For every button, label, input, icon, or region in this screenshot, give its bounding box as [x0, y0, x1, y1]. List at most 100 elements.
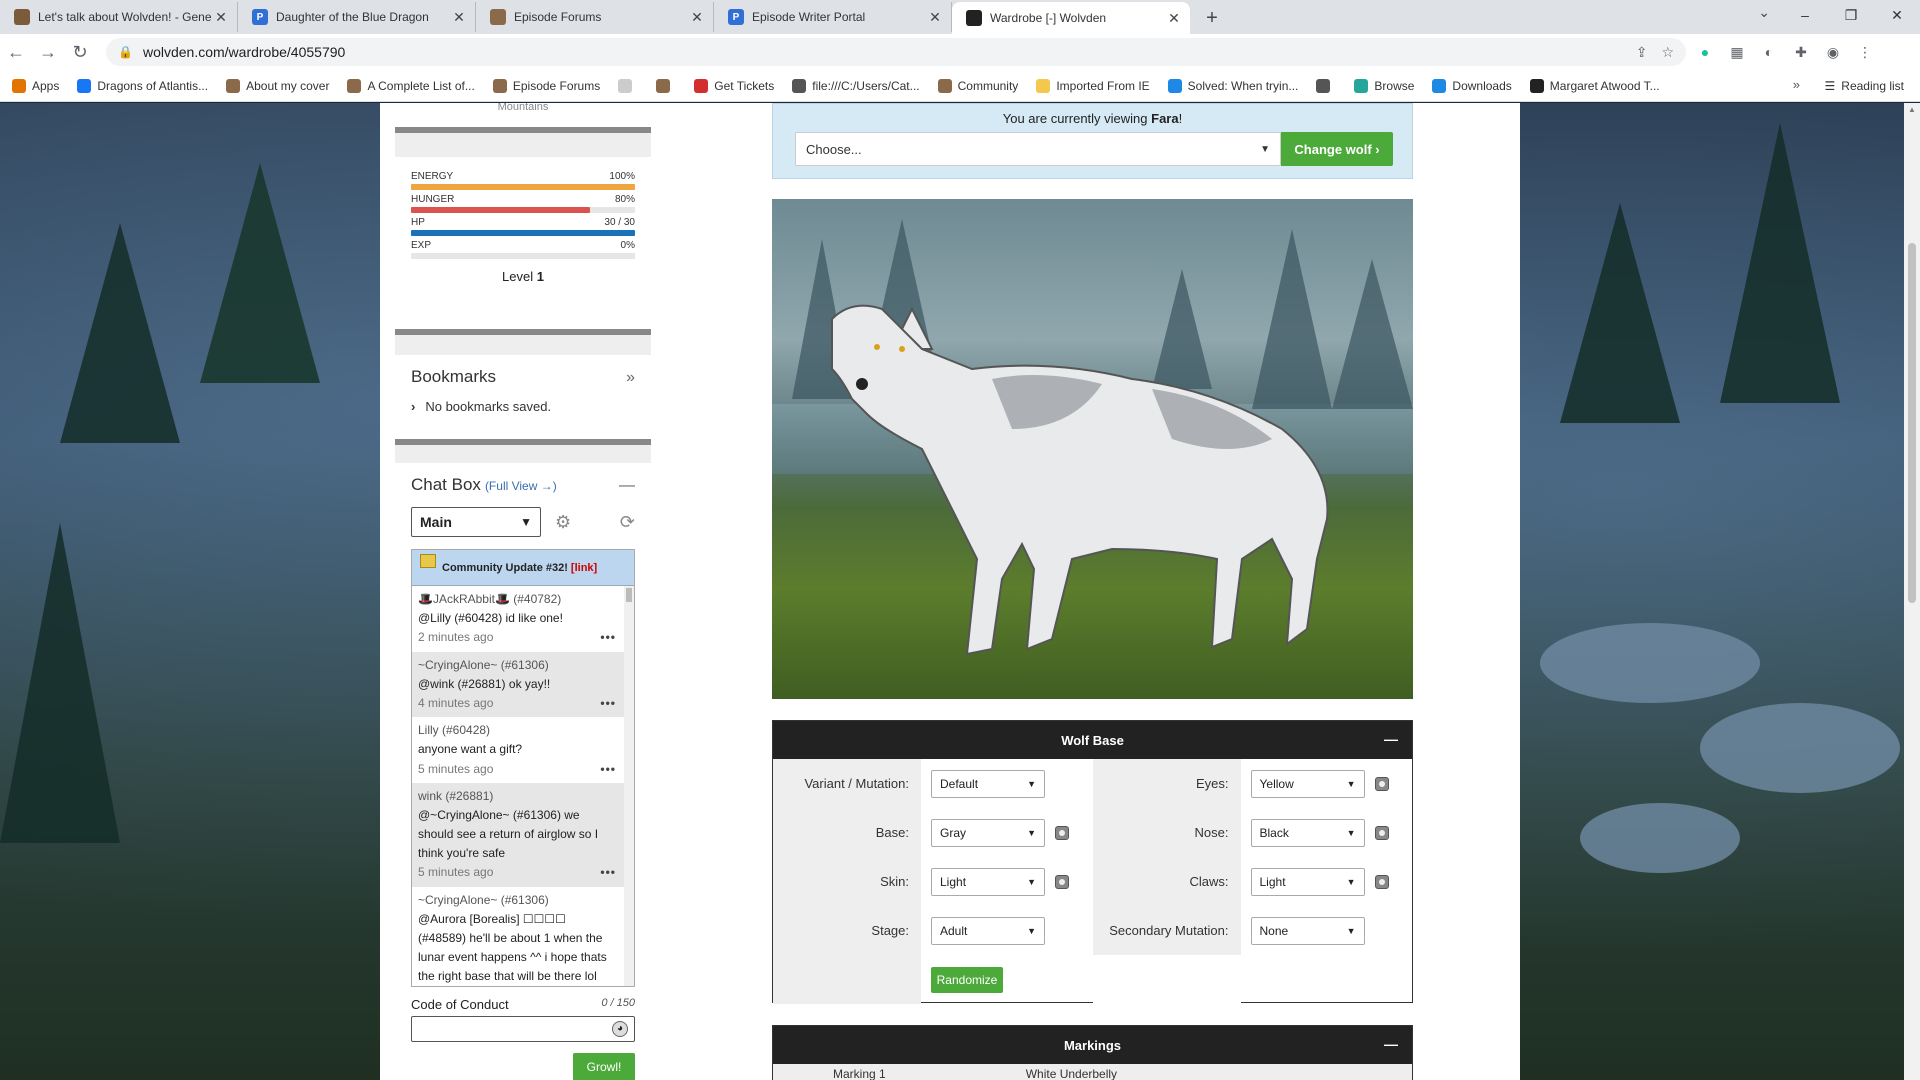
full-view-link[interactable]: (Full View →): [485, 479, 557, 493]
more-options-icon[interactable]: •••: [600, 628, 616, 647]
bookmark-item[interactable]: Episode Forums: [492, 78, 600, 93]
close-window-icon[interactable]: ✕: [1874, 0, 1920, 30]
menu-icon[interactable]: ⋮: [1852, 39, 1878, 65]
field-select[interactable]: None ▼: [1250, 916, 1365, 945]
profile-avatar[interactable]: ◉: [1820, 39, 1846, 65]
chat-log[interactable]: Community Update #32! [link] 🎩JAckRAbbit…: [411, 549, 635, 987]
browser-tab[interactable]: Let's talk about Wolvden! - Gene ✕: [0, 2, 238, 32]
chat-scrollbar[interactable]: [624, 586, 634, 986]
field-select[interactable]: Black ▼: [1250, 818, 1365, 847]
collapse-icon[interactable]: —: [1384, 1036, 1398, 1052]
bookmark-item[interactable]: About my cover: [226, 78, 329, 93]
scroll-up-icon[interactable]: ▲: [1908, 105, 1916, 114]
close-tab-icon[interactable]: ✕: [451, 9, 467, 26]
chat-author[interactable]: wink (#26881): [418, 787, 616, 806]
close-tab-icon[interactable]: ✕: [689, 9, 705, 26]
marking-label: Marking 1: [833, 1067, 886, 1080]
bookmark-item[interactable]: Community: [937, 78, 1018, 93]
expand-chevron-icon[interactable]: »: [626, 369, 635, 387]
field-select[interactable]: Light ▼: [1250, 867, 1365, 896]
dice-icon[interactable]: [1374, 825, 1389, 840]
gear-icon[interactable]: ⚙: [555, 512, 571, 533]
wolf-choose-select[interactable]: Choose... ▼: [795, 132, 1281, 166]
grammarly-icon[interactable]: ●: [1692, 39, 1718, 65]
bookmark-item[interactable]: Downloads: [1432, 78, 1512, 93]
bookmark-item[interactable]: Apps: [12, 78, 59, 93]
bookmark-item[interactable]: Dragons of Atlantis...: [77, 78, 208, 93]
chat-author[interactable]: ~CryingAlone~ (#61306): [418, 656, 616, 675]
field-select[interactable]: Default ▼: [931, 769, 1045, 798]
browser-tab[interactable]: P Episode Writer Portal ✕: [714, 2, 952, 32]
marking-value[interactable]: White Underbelly: [1026, 1067, 1117, 1080]
more-options-icon[interactable]: •••: [600, 694, 616, 713]
dice-icon[interactable]: [1374, 874, 1389, 889]
wolf-emoji-icon[interactable]: ◕: [612, 1021, 628, 1037]
refresh-icon[interactable]: ⟳: [620, 512, 635, 533]
more-bookmarks-icon[interactable]: »: [1793, 77, 1800, 92]
reading-list-button[interactable]: ☰ Reading list: [1825, 70, 1904, 102]
browser-tab[interactable]: Episode Forums ✕: [476, 2, 714, 32]
tab-strip: Let's talk about Wolvden! - Gene ✕ P Daught…: [0, 0, 1920, 34]
randomize-button[interactable]: Randomize: [931, 966, 1003, 993]
reload-icon[interactable]: ↻: [64, 36, 96, 68]
field-select[interactable]: Yellow ▼: [1250, 769, 1365, 798]
star-icon[interactable]: ☆: [1661, 44, 1674, 61]
bookmark-item[interactable]: file:///C:/Users/Cat...: [792, 78, 920, 93]
scroll-thumb[interactable]: [1908, 243, 1916, 603]
close-tab-icon[interactable]: ✕: [1166, 10, 1182, 27]
dice-icon[interactable]: [1055, 874, 1069, 889]
markings-header[interactable]: Markings —: [773, 1026, 1412, 1064]
background-rock: [1700, 703, 1900, 793]
page-scrollbar[interactable]: ▲: [1904, 103, 1920, 1080]
chat-room-select[interactable]: Main ▼: [411, 507, 541, 537]
wolf-base-header[interactable]: Wolf Base —: [773, 721, 1412, 759]
code-of-conduct-link[interactable]: Code of Conduct: [411, 997, 509, 1012]
bookmark-item[interactable]: Browse: [1354, 78, 1414, 93]
chat-author[interactable]: ~CryingAlone~ (#61306): [418, 891, 616, 910]
close-tab-icon[interactable]: ✕: [927, 9, 943, 26]
bookmark-item[interactable]: [1316, 78, 1336, 93]
browser-tab[interactable]: Wardrobe [-] Wolvden ✕: [952, 2, 1190, 34]
growl-button[interactable]: Growl!: [573, 1053, 635, 1080]
minimize-icon[interactable]: –: [1782, 0, 1828, 30]
tab-search-icon[interactable]: ⌄: [1758, 4, 1770, 21]
address-bar[interactable]: 🔒 wolvden.com/wardrobe/4055790 ⇪ ☆: [106, 38, 1686, 66]
browser-tab[interactable]: P Daughter of the Blue Dragon ✕: [238, 2, 476, 32]
bookmark-item[interactable]: [618, 78, 638, 93]
bookmark-item[interactable]: Margaret Atwood T...: [1529, 78, 1660, 93]
background-rock: [1540, 623, 1760, 703]
field-label: Variant / Mutation:: [773, 759, 921, 808]
field-select[interactable]: Adult ▼: [931, 916, 1045, 945]
window-controls: – ❐ ✕: [1782, 0, 1920, 30]
bookmark-item[interactable]: Imported From IE: [1036, 78, 1150, 93]
change-wolf-button[interactable]: Change wolf ›: [1281, 132, 1393, 166]
collapse-icon[interactable]: —: [619, 477, 635, 495]
stat-label: ENERGY: [411, 171, 454, 182]
close-tab-icon[interactable]: ✕: [213, 9, 229, 26]
bookmark-item[interactable]: Solved: When tryin...: [1167, 78, 1298, 93]
dice-icon[interactable]: [1055, 825, 1069, 840]
maximize-icon[interactable]: ❐: [1828, 0, 1874, 30]
chat-input[interactable]: ◕: [411, 1016, 635, 1042]
collapse-icon[interactable]: —: [1384, 731, 1398, 747]
dice-icon[interactable]: [1374, 776, 1389, 791]
forward-icon[interactable]: →: [32, 36, 64, 68]
background-tree: [200, 163, 320, 383]
extension-icon-2[interactable]: ◐: [1756, 39, 1782, 65]
bookmark-item[interactable]: [656, 78, 676, 93]
new-tab-icon[interactable]: +: [1198, 4, 1226, 32]
share-icon[interactable]: ⇪: [1636, 44, 1648, 61]
puzzle-icon[interactable]: ✚: [1788, 39, 1814, 65]
back-icon[interactable]: ←: [0, 36, 32, 68]
extension-icon[interactable]: ▦: [1724, 39, 1750, 65]
chat-author[interactable]: Lilly (#60428): [418, 721, 616, 740]
background-tree: [1720, 123, 1840, 403]
more-options-icon[interactable]: •••: [600, 863, 616, 882]
chat-author[interactable]: 🎩JAckRAbbit🎩 (#40782): [418, 590, 616, 609]
bookmark-item[interactable]: A Complete List of...: [347, 78, 475, 93]
bookmark-item[interactable]: Get Tickets: [694, 78, 774, 93]
announcement-link[interactable]: [link]: [571, 562, 597, 574]
field-select[interactable]: Gray ▼: [931, 818, 1045, 847]
field-select[interactable]: Light ▼: [931, 867, 1045, 896]
more-options-icon[interactable]: •••: [600, 760, 616, 779]
